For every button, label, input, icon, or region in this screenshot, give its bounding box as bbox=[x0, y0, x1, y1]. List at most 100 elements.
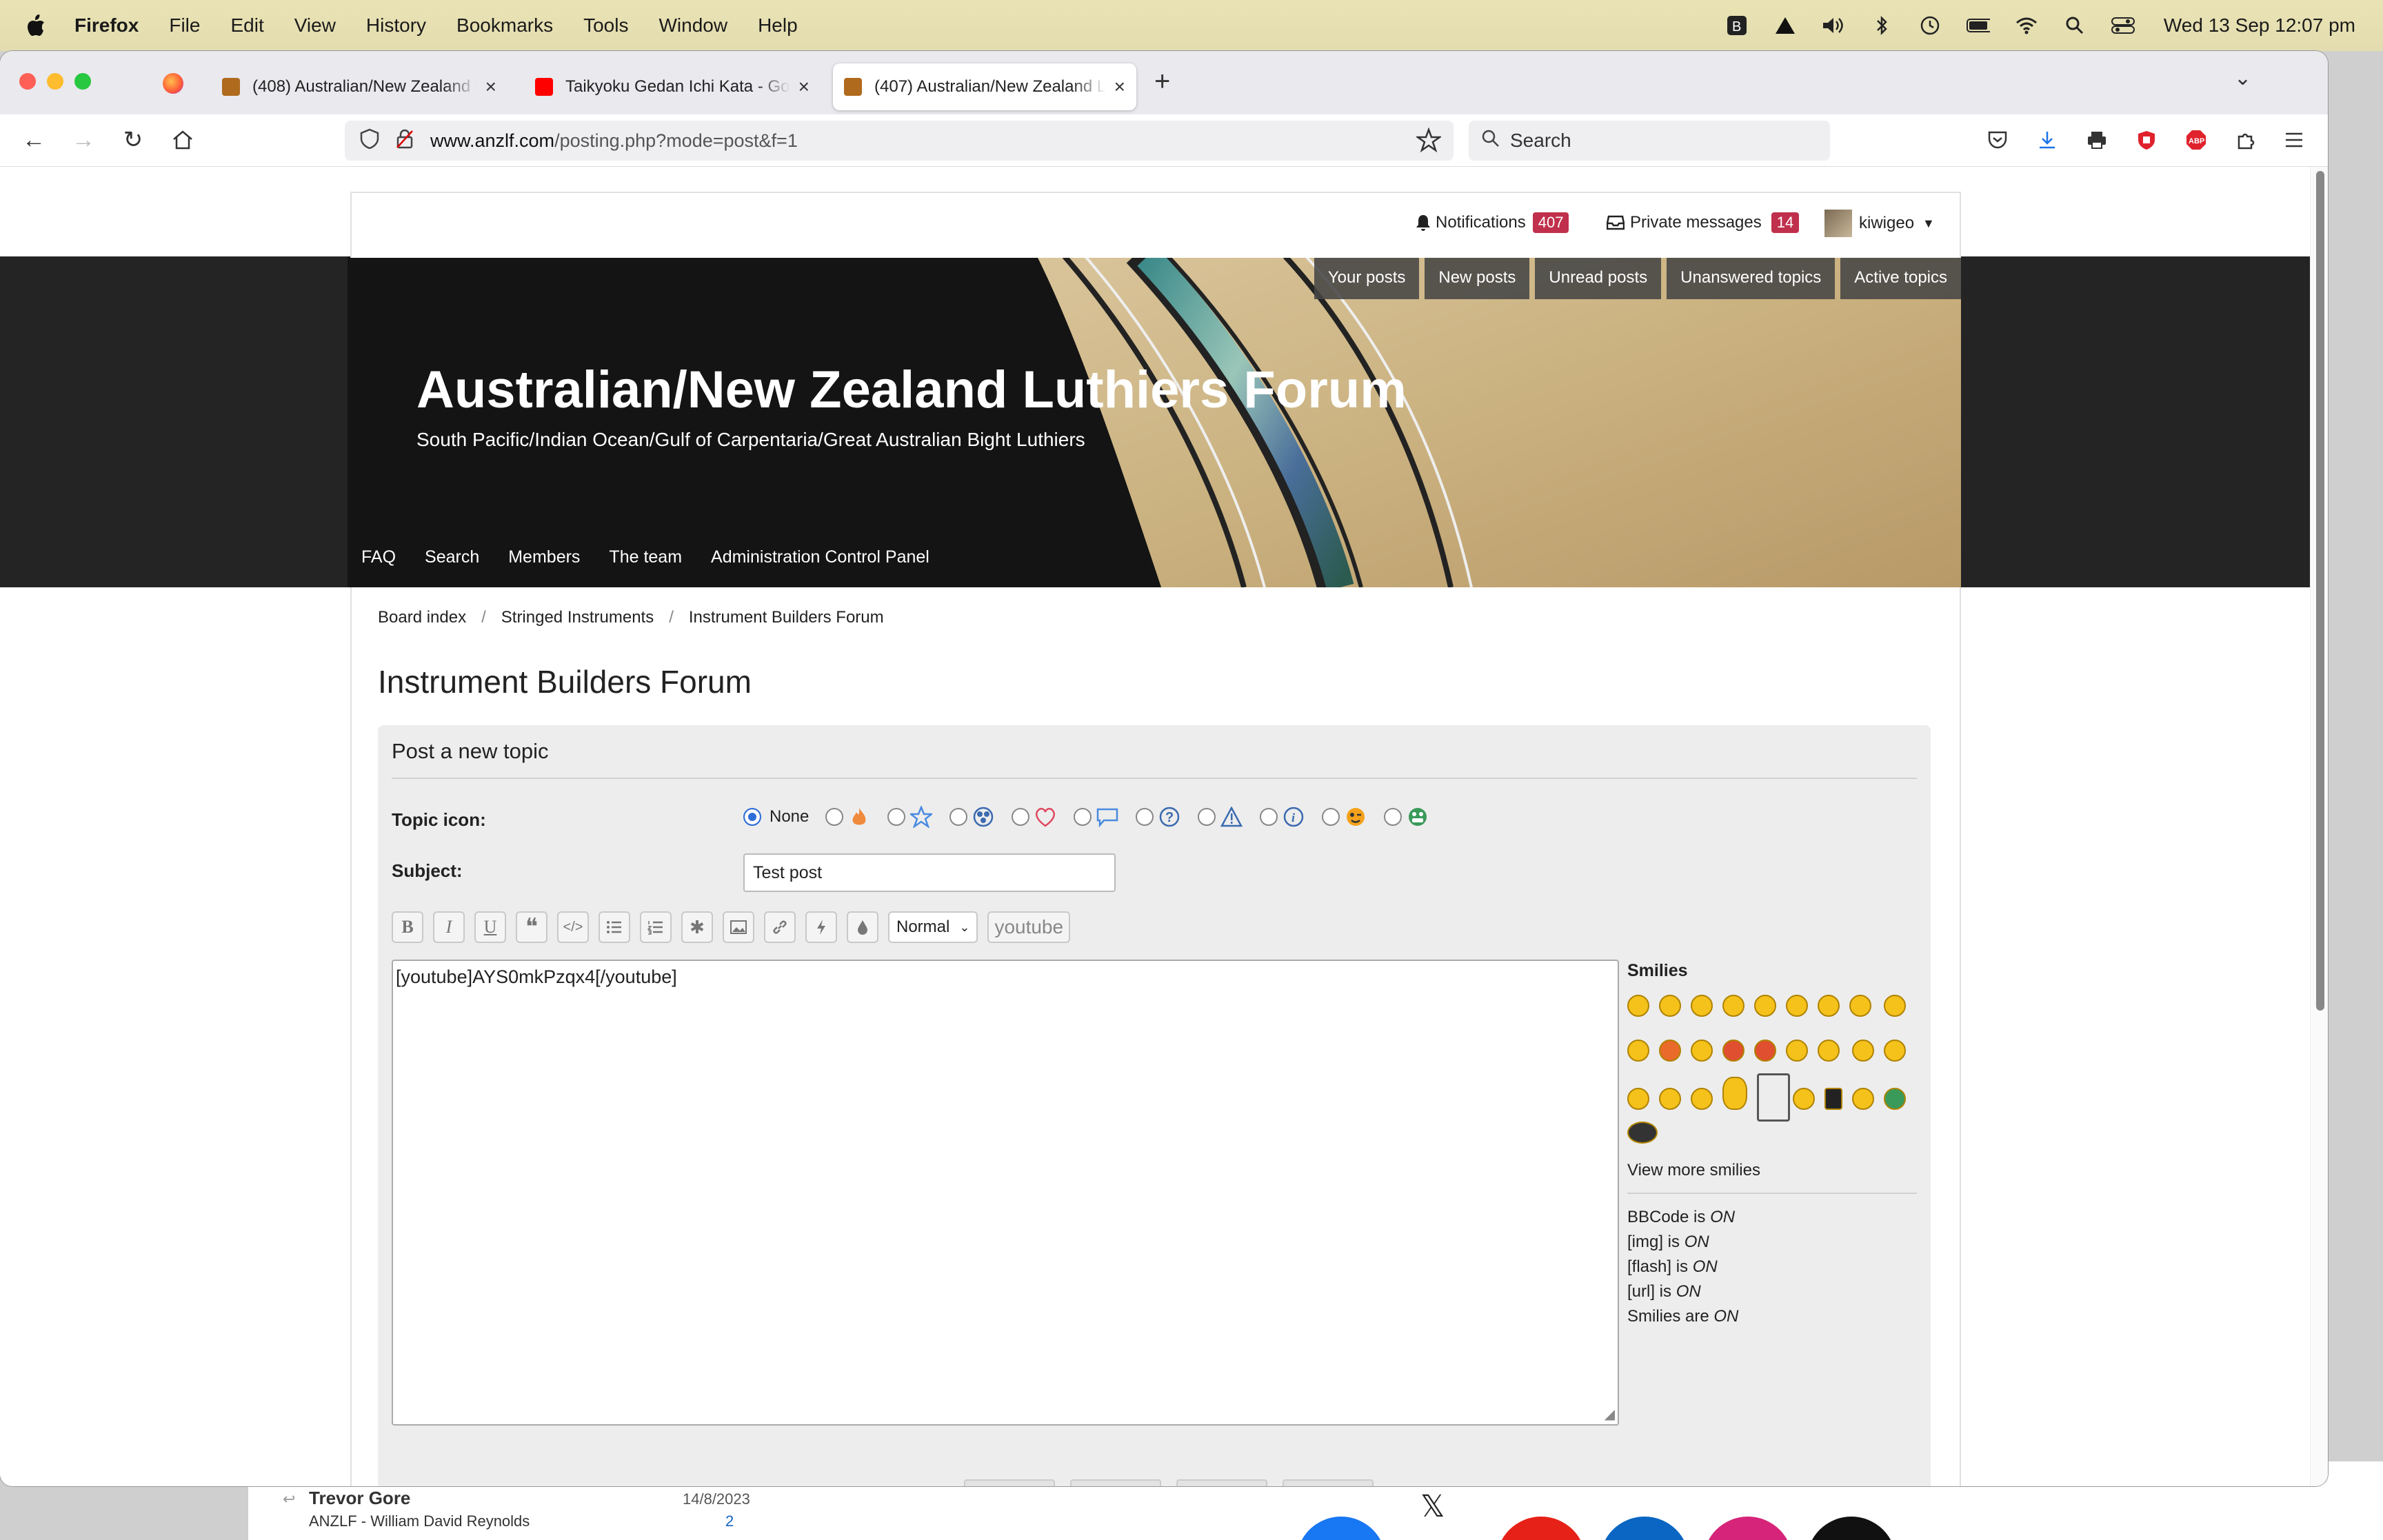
submit-button[interactable] bbox=[1283, 1479, 1374, 1486]
save-draft-button[interactable] bbox=[1070, 1479, 1161, 1486]
smiley-icon[interactable] bbox=[1818, 1040, 1840, 1062]
bold-button[interactable]: B bbox=[392, 911, 423, 943]
smiley-icon[interactable] bbox=[1884, 995, 1907, 1017]
smiley-icon[interactable] bbox=[1691, 1040, 1713, 1062]
back-icon[interactable]: ← bbox=[17, 123, 51, 157]
menu-view[interactable]: View bbox=[294, 14, 336, 37]
firefox-view-icon[interactable] bbox=[163, 73, 183, 94]
exclaim-smiley-icon[interactable] bbox=[1852, 1040, 1875, 1062]
smiley-icon[interactable] bbox=[1852, 1088, 1875, 1110]
downloads-icon[interactable] bbox=[2030, 123, 2064, 157]
search-bar[interactable]: Search bbox=[1469, 121, 1830, 161]
topic-icon-grin[interactable] bbox=[1384, 805, 1429, 829]
smiley-icon[interactable] bbox=[1659, 1040, 1681, 1062]
topic-icon-none[interactable]: None bbox=[743, 807, 809, 827]
idea-smiley-icon[interactable] bbox=[1627, 1088, 1649, 1110]
beer-smiley-icon[interactable] bbox=[1824, 1088, 1843, 1110]
print-icon[interactable] bbox=[2080, 123, 2114, 157]
menu-file[interactable]: File bbox=[169, 14, 200, 37]
ublock-icon[interactable] bbox=[2129, 123, 2164, 157]
smiley-icon[interactable] bbox=[1786, 1040, 1808, 1062]
private-messages-link[interactable]: Private messages 14 bbox=[1607, 212, 1800, 233]
color-button[interactable] bbox=[847, 911, 878, 943]
menu-tools[interactable]: Tools bbox=[583, 14, 628, 37]
nav-search[interactable]: Search bbox=[425, 547, 479, 567]
time-machine-icon[interactable] bbox=[1918, 15, 1942, 36]
close-window-button[interactable] bbox=[19, 73, 36, 90]
topic-icon-question[interactable]: ? bbox=[1136, 805, 1181, 829]
smiley-icon[interactable] bbox=[1849, 995, 1871, 1017]
url-bar[interactable]: www.anzlf.com /posting.php?mode=post&f=1 bbox=[345, 121, 1454, 161]
list-all-tabs-icon[interactable]: ⌄ bbox=[2234, 66, 2251, 90]
unread-posts-link[interactable]: Unread posts bbox=[1535, 256, 1662, 299]
resize-handle-icon[interactable]: ◢ bbox=[1605, 1406, 1615, 1423]
flash-button[interactable] bbox=[805, 911, 837, 943]
active-topics-link[interactable]: Active topics bbox=[1840, 256, 1961, 299]
page-title[interactable]: Instrument Builders Forum bbox=[378, 663, 752, 700]
forward-icon[interactable]: → bbox=[66, 123, 101, 157]
close-tab-icon[interactable]: × bbox=[485, 76, 496, 98]
smiley-icon[interactable] bbox=[1722, 995, 1744, 1017]
nav-the-team[interactable]: The team bbox=[609, 547, 682, 567]
adblock-plus-icon[interactable]: ABP bbox=[2179, 123, 2213, 157]
banana-smiley-icon[interactable] bbox=[1627, 1122, 1658, 1144]
close-tab-icon[interactable]: × bbox=[1114, 76, 1125, 98]
question-smiley-icon[interactable] bbox=[1884, 1040, 1907, 1062]
smiley-icon[interactable] bbox=[1818, 995, 1840, 1017]
apple-icon[interactable] bbox=[26, 14, 47, 37]
smiley-icon[interactable] bbox=[1793, 1088, 1816, 1110]
user-menu[interactable]: kiwigeo ▼ bbox=[1824, 210, 1935, 237]
crumb-board-index[interactable]: Board index bbox=[378, 608, 466, 627]
list-item-button[interactable]: ✱ bbox=[681, 911, 713, 943]
crumb-instrument-builders[interactable]: Instrument Builders Forum bbox=[689, 608, 884, 627]
bunny-smiley-icon[interactable] bbox=[1722, 1077, 1747, 1110]
insecure-lock-icon[interactable] bbox=[396, 128, 414, 154]
menu-help[interactable]: Help bbox=[758, 14, 798, 37]
smiley-icon[interactable] bbox=[1659, 1088, 1681, 1110]
bluetooth-icon[interactable] bbox=[1870, 15, 1893, 36]
quote-button[interactable]: ❝ bbox=[516, 911, 547, 943]
extensions-icon[interactable] bbox=[2229, 123, 2263, 157]
italic-button[interactable]: I bbox=[433, 911, 465, 943]
topic-icon-radioactive[interactable] bbox=[949, 805, 995, 829]
battery-icon[interactable] bbox=[1966, 15, 1990, 36]
view-more-smilies-link[interactable]: View more smilies bbox=[1627, 1161, 1917, 1180]
radio-selected[interactable] bbox=[743, 808, 761, 826]
link-button[interactable] bbox=[764, 911, 796, 943]
smiley-icon[interactable] bbox=[1627, 1040, 1649, 1062]
list-button[interactable] bbox=[599, 911, 630, 943]
tab-2[interactable]: Taikyoku Gedan Ichi Kata - Goju × bbox=[524, 63, 821, 110]
new-tab-icon[interactable]: + bbox=[1154, 66, 1170, 97]
smiley-icon[interactable] bbox=[1627, 995, 1649, 1017]
menubar-clock[interactable]: Wed 13 Sep 12:07 pm bbox=[2164, 14, 2355, 37]
scrollbar-thumb[interactable] bbox=[2316, 171, 2324, 1011]
nav-acp[interactable]: Administration Control Panel bbox=[711, 547, 929, 567]
bbedit-icon[interactable]: B bbox=[1725, 15, 1749, 36]
youtube-bbcode-button[interactable]: youtube bbox=[987, 911, 1071, 943]
your-posts-link[interactable]: Your posts bbox=[1314, 256, 1420, 299]
smiley-icon[interactable] bbox=[1754, 995, 1776, 1017]
load-draft-button[interactable] bbox=[964, 1479, 1055, 1486]
volume-icon[interactable] bbox=[1822, 15, 1845, 36]
font-size-select[interactable]: Normal ⌄ bbox=[888, 911, 978, 943]
wifi-icon[interactable] bbox=[2015, 15, 2038, 36]
topic-icon-wink[interactable] bbox=[1322, 805, 1367, 829]
alien-smiley-icon[interactable] bbox=[1884, 1088, 1907, 1110]
smiley-icon[interactable] bbox=[1722, 1040, 1744, 1062]
reload-icon[interactable]: ↻ bbox=[116, 123, 150, 157]
tracking-shield-icon[interactable] bbox=[360, 128, 379, 154]
image-button[interactable] bbox=[723, 911, 754, 943]
smiley-icon[interactable] bbox=[1691, 995, 1713, 1017]
notifications-link[interactable]: Notifications 407 bbox=[1415, 212, 1569, 233]
smiley-icon[interactable] bbox=[1786, 995, 1808, 1017]
code-button[interactable]: </> bbox=[557, 911, 589, 943]
menu-history[interactable]: History bbox=[366, 14, 426, 37]
menu-bookmarks[interactable]: Bookmarks bbox=[456, 14, 553, 37]
new-posts-link[interactable]: New posts bbox=[1425, 256, 1530, 299]
topic-icon-info[interactable]: i bbox=[1260, 805, 1305, 829]
menu-edit[interactable]: Edit bbox=[230, 14, 263, 37]
message-textarea[interactable]: [youtube]AYS0mkPzqx4[/youtube] ◢ bbox=[392, 960, 1619, 1426]
site-title[interactable]: Australian/New Zealand Luthiers Forum bbox=[416, 360, 1407, 420]
topic-icon-speech[interactable] bbox=[1074, 805, 1119, 829]
smiley-icon[interactable] bbox=[1754, 1040, 1776, 1062]
